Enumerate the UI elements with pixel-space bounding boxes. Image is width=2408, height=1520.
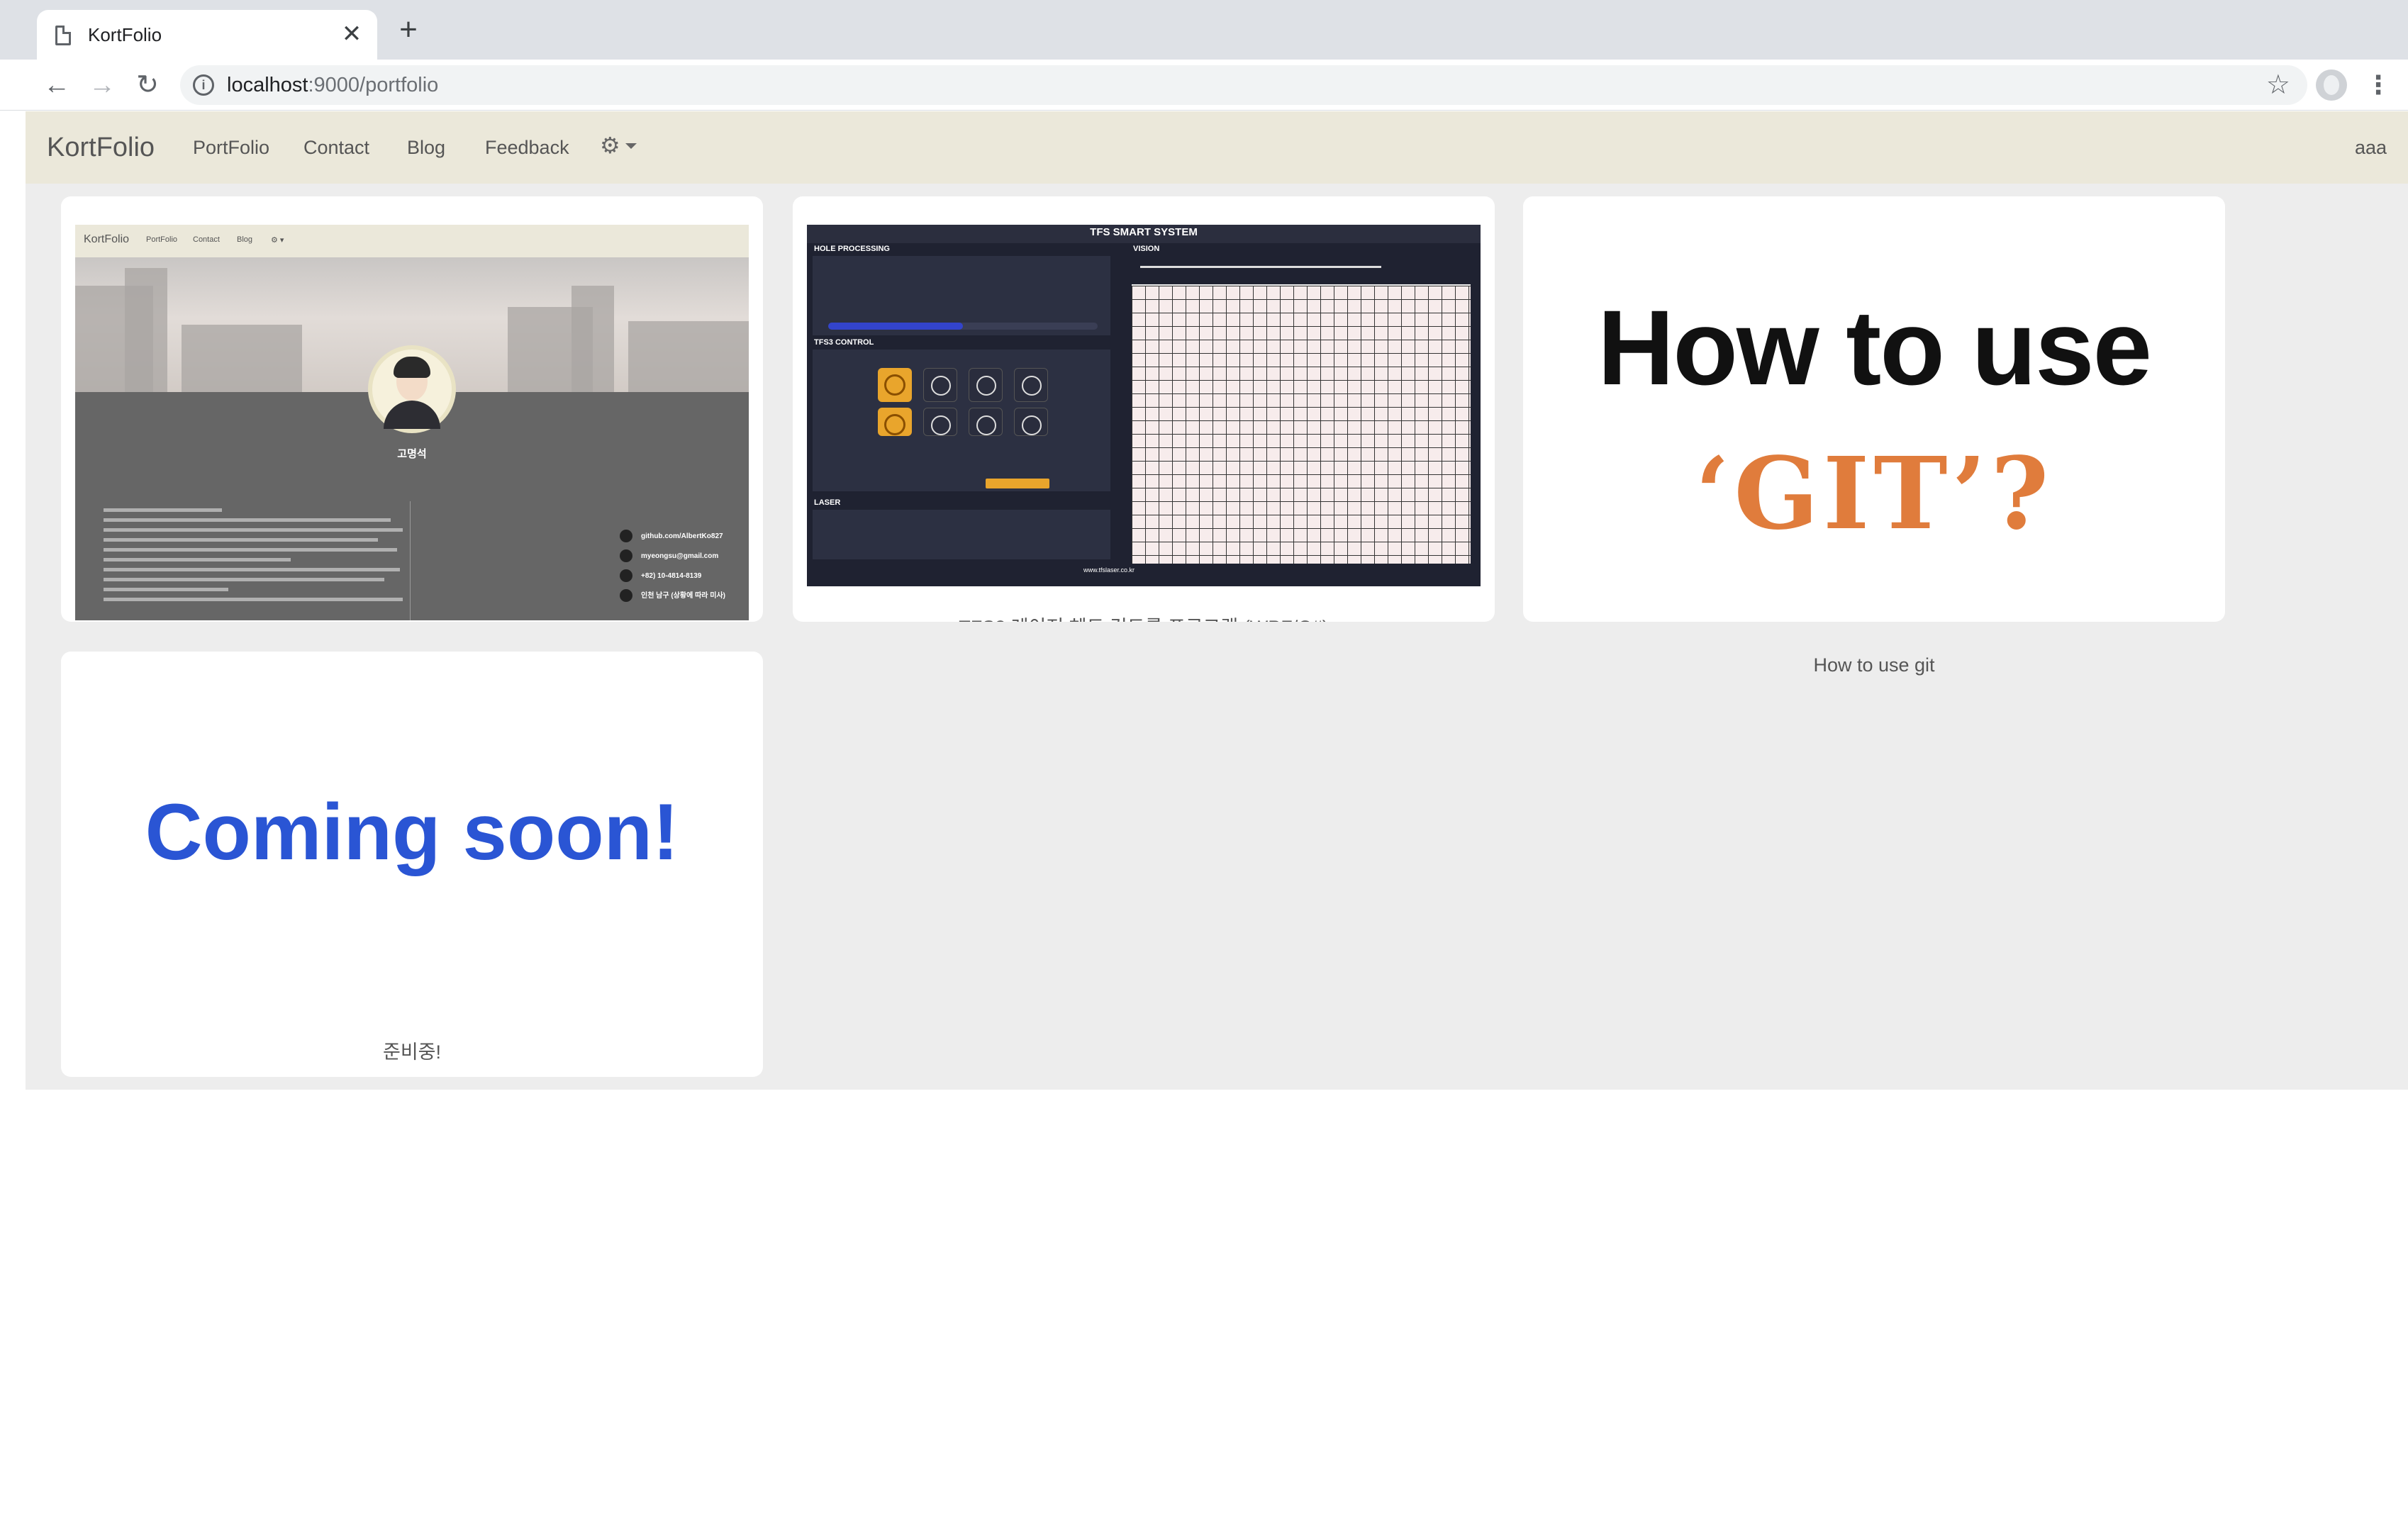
nav-link-contact[interactable]: Contact [303, 135, 369, 160]
thumb-link: Blog [237, 235, 253, 244]
page-icon [55, 26, 71, 45]
mail-icon [620, 549, 632, 563]
tfs-title: TFS SMART SYSTEM [1090, 226, 1198, 238]
thumb-bio-text [104, 508, 416, 615]
chevron-down-icon[interactable] [625, 143, 637, 149]
url-text[interactable]: localhost:9000/portfolio [227, 73, 438, 97]
thumb-brand: KortFolio [84, 233, 130, 245]
address-bar[interactable]: i localhost:9000/portfolio ☆ [180, 65, 2307, 105]
tab-strip: KortFolio ✕ + [0, 0, 2408, 60]
nav-link-feedback[interactable]: Feedback [485, 135, 569, 160]
taper-type-icon [923, 408, 957, 436]
new-tab-button[interactable]: + [394, 14, 423, 45]
site-brand[interactable]: KortFolio [47, 131, 155, 164]
user-name-link[interactable]: aaa [2355, 135, 2387, 160]
taper-type-icon [1014, 408, 1048, 436]
thumb-navbar: KortFolio PortFolio Contact Blog ⚙ ▾ [75, 225, 749, 257]
circle-pattern-icon [1014, 368, 1048, 402]
card-caption: TFS3 레이저 헤드 컨트롤 프로그램 (WPF/C#) [793, 615, 1495, 622]
star-pattern-icon [969, 368, 1003, 402]
thumb-name: 고명석 [397, 448, 427, 460]
tfs-slider [1140, 266, 1381, 268]
reload-icon[interactable]: ↻ [130, 68, 165, 102]
page-content: KortFolio PortFolio Contact Blog Feedbac… [26, 111, 2408, 1090]
tfs-progress-bar [828, 323, 1098, 330]
url-host: localhost [227, 74, 308, 96]
site-info-icon[interactable]: i [193, 74, 214, 96]
profile-avatar-icon[interactable] [2316, 69, 2347, 101]
tfs-section-label: VISION [1133, 245, 1160, 253]
portfolio-card-coming-soon[interactable]: Coming soon! 준비중! [61, 652, 763, 1077]
coming-soon-heading: Coming soon! [145, 788, 679, 876]
settings-gear-icon[interactable]: ⚙ [600, 131, 620, 160]
card-caption: How to use git [1813, 654, 1935, 676]
site-navbar: KortFolio PortFolio Contact Blog Feedbac… [26, 111, 2408, 184]
bookmark-star-icon[interactable]: ☆ [2266, 69, 2290, 101]
browser-menu-icon[interactable]: ⋮ [2365, 68, 2391, 102]
thumb-contacts: github.com/AlbertKo827 myeongsu@gmail.co… [620, 530, 725, 609]
tfs-vision-grid [1132, 286, 1471, 564]
tfs-footer: www.tfslaser.co.kr [1083, 566, 1135, 574]
tfs-section-label: LASER [814, 498, 841, 507]
browser-tab[interactable]: KortFolio ✕ [37, 10, 377, 60]
portfolio-card-tfs3[interactable]: TFS SMART SYSTEM HOLE PROCESSING TFS3 CO… [793, 196, 1495, 622]
thumb-link: ⚙ ▾ [271, 236, 284, 245]
thumb-link: PortFolio [146, 235, 178, 244]
nav-link-blog[interactable]: Blog [407, 135, 445, 160]
phone-icon [620, 569, 632, 583]
tab-close-icon[interactable]: ✕ [338, 20, 366, 48]
taper-type-icon [878, 408, 912, 436]
nav-link-portfolio[interactable]: PortFolio [193, 135, 269, 160]
github-icon [620, 530, 632, 543]
kortfolio-thumbnail: KortFolio PortFolio Contact Blog ⚙ ▾ 고명석… [75, 225, 749, 620]
taper-type-icon [969, 408, 1003, 436]
browser-window: KortFolio ✕ + ← → ↻ i localhost:9000/por… [0, 0, 2408, 1520]
spiral-pattern-icon [878, 368, 912, 402]
portfolio-card-git[interactable]: How to use ‘GIT’? [1523, 196, 2225, 622]
tfs-section-label: HOLE PROCESSING [814, 245, 890, 253]
home-icon [620, 589, 632, 603]
thumb-link: Contact [193, 235, 220, 244]
tab-title: KortFolio [88, 24, 162, 45]
back-icon[interactable]: ← [40, 68, 74, 102]
profile-photo [368, 345, 456, 433]
git-heading-line2: ‘GIT’? [1695, 436, 2053, 552]
tfs-app-thumbnail: TFS SMART SYSTEM HOLE PROCESSING TFS3 CO… [807, 225, 1481, 586]
forward-icon[interactable]: → [85, 68, 119, 102]
portfolio-card-kortfolio[interactable]: KortFolio PortFolio Contact Blog ⚙ ▾ 고명석… [61, 196, 763, 622]
browser-toolbar: ← → ↻ i localhost:9000/portfolio ☆ ⋮ [0, 60, 2408, 111]
thumb-divider [410, 501, 411, 620]
url-path: :9000/portfolio [308, 74, 439, 96]
flower-pattern-icon [923, 368, 957, 402]
card-caption: 준비중! [382, 1041, 442, 1063]
tfs-section-label: TFS3 CONTROL [814, 338, 874, 347]
git-heading-line1: How to use [1597, 288, 2152, 407]
